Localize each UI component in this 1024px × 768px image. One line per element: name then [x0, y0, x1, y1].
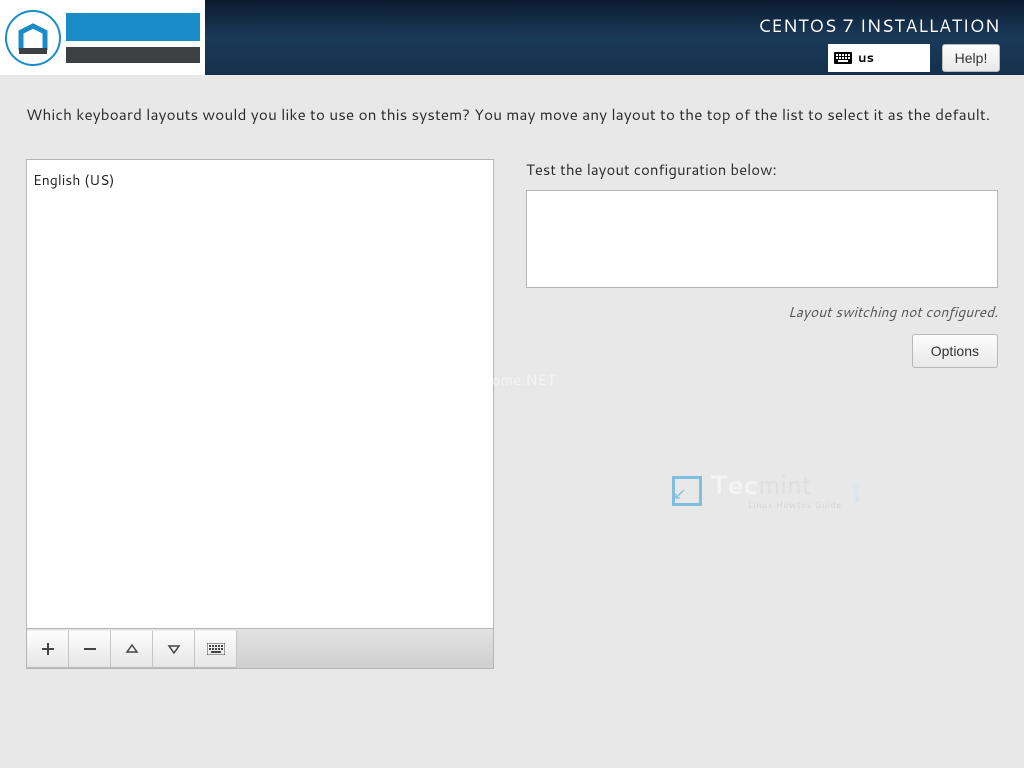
main-content: Which keyboard layouts would you like to…	[0, 75, 1024, 669]
keyboard-layout-indicator[interactable]: us	[828, 44, 930, 72]
layout-switching-note: Layout switching not configured.	[526, 302, 998, 322]
layout-toolbar	[26, 629, 494, 669]
help-button[interactable]: Help!	[942, 44, 1000, 72]
prompt-text: Which keyboard layouts would you like to…	[26, 103, 998, 125]
move-up-button[interactable]	[111, 630, 153, 668]
test-layout-label: Test the layout configuration below:	[526, 159, 998, 180]
keyboard-layout-code: us	[858, 49, 874, 67]
logo-roundel-icon	[2, 7, 64, 69]
top-banner: CENTOS 7 INSTALLATION us Help!	[0, 0, 1024, 75]
add-layout-button[interactable]	[27, 630, 69, 668]
test-layout-input[interactable]	[526, 190, 998, 288]
preview-keyboard-button[interactable]	[195, 630, 237, 668]
keyboard-layout-list[interactable]: English (US)	[26, 159, 494, 629]
list-item[interactable]: English (US)	[33, 170, 487, 190]
options-button[interactable]: Options	[912, 334, 998, 368]
keyboard-icon	[834, 52, 852, 64]
page-title: CENTOS 7 INSTALLATION	[758, 12, 1000, 38]
remove-layout-button[interactable]	[69, 630, 111, 668]
move-down-button[interactable]	[153, 630, 195, 668]
logo-bars	[66, 13, 200, 63]
distro-logo	[0, 0, 205, 75]
